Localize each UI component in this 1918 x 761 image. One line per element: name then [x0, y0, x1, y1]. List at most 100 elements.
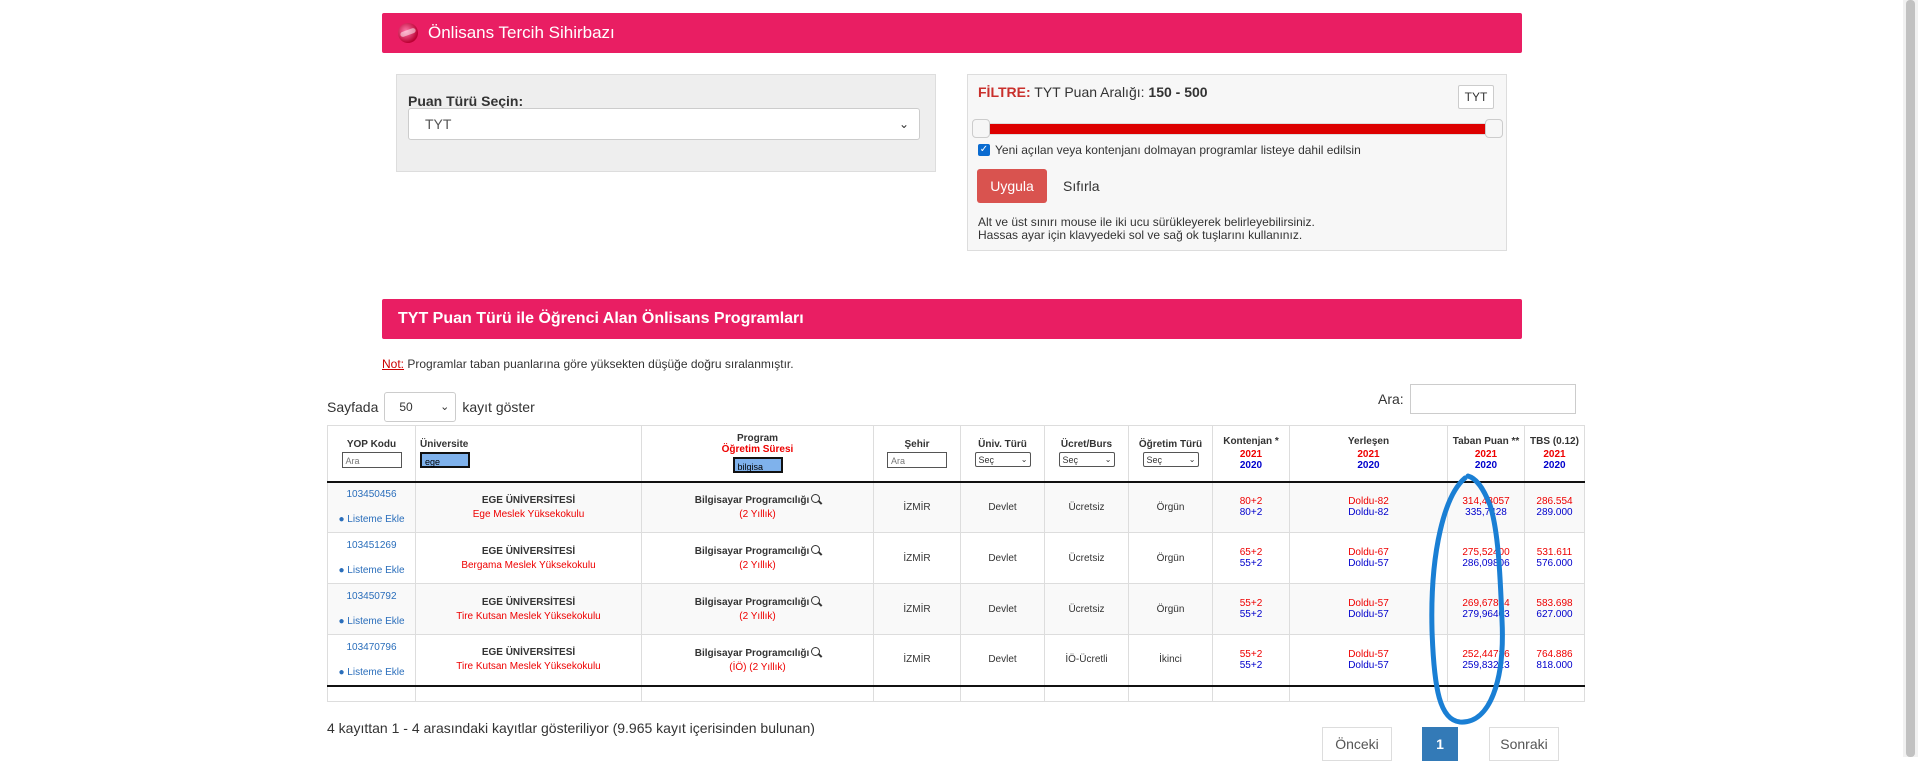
ogretim-filter-select[interactable]: Seç ⌄: [1142, 452, 1199, 468]
yop-code-link[interactable]: 103451269: [332, 540, 411, 551]
faculty-name: Bergama Meslek Yüksekokulu: [461, 559, 596, 571]
chevron-down-icon: ⌄: [1104, 455, 1112, 465]
yop-code-link[interactable]: 103470796: [332, 642, 411, 653]
program-name[interactable]: Bilgisayar Programcılığı: [646, 646, 869, 659]
yop-code-link[interactable]: 103450456: [332, 489, 411, 500]
faculty-name: Ege Meslek Yüksekokulu: [472, 508, 585, 520]
ucret-filter-select[interactable]: Seç ⌄: [1058, 452, 1115, 468]
range-slider-max-handle[interactable]: [1485, 119, 1503, 138]
kontenjan-2021: 65+2: [1239, 547, 1263, 558]
header-universite[interactable]: Üniversite ege: [415, 425, 642, 483]
reset-button[interactable]: Sıfırla: [1063, 178, 1100, 194]
puan-turu-panel: Puan Türü Seçin: TYT ⌄: [396, 74, 936, 172]
puan-turu-value: TYT: [425, 116, 452, 132]
cell-yop: 103470796 ● Listeme Ekle: [327, 634, 416, 686]
table-info: 4 kayıttan 1 - 4 arasındaki kayıtlar gös…: [327, 720, 815, 736]
section-banner: TYT Puan Türü ile Öğrenci Alan Önlisans …: [382, 299, 1522, 339]
header-kontenjan[interactable]: Kontenjan * 2021 2020: [1212, 425, 1290, 483]
header-program[interactable]: Program Öğretim Süresi bilgisa: [641, 425, 874, 483]
checkbox-checked-icon[interactable]: ✓: [978, 144, 990, 156]
program-name[interactable]: Bilgisayar Programcılığı: [646, 494, 869, 506]
univ-turu-filter-select[interactable]: Seç ⌄: [974, 452, 1031, 468]
cell-ucret: Ücretsiz: [1044, 583, 1129, 635]
cell-kontenjan: 65+2 55+2: [1212, 532, 1290, 584]
program-name-text: Bilgisayar Programcılığı: [694, 647, 810, 659]
kontenjan-2021: 55+2: [1239, 598, 1263, 609]
programs-table: YOP Kodu Ara Üniversite ege Program Öğre…: [327, 425, 1585, 702]
footer-cell: [960, 684, 1045, 702]
yop-code-link[interactable]: 103450792: [332, 591, 411, 602]
pagination-current-page[interactable]: 1: [1422, 727, 1458, 761]
apply-button[interactable]: Uygula: [977, 169, 1047, 203]
tbs-2021: 286.554: [1536, 496, 1573, 508]
search-icon[interactable]: [811, 596, 821, 605]
header-sehir[interactable]: Şehir Ara: [873, 425, 961, 483]
program-name[interactable]: Bilgisayar Programcılığı: [646, 596, 869, 608]
pagination-previous[interactable]: Önceki: [1322, 727, 1392, 761]
search-icon[interactable]: [811, 646, 821, 656]
wizard-title: Önlisans Tercih Sihirbazı: [428, 23, 615, 42]
tyt-button[interactable]: TYT: [1458, 85, 1494, 109]
program-name[interactable]: Bilgisayar Programcılığı: [646, 545, 869, 557]
cell-sehir: İZMİR: [873, 583, 961, 635]
search-input[interactable]: [1410, 384, 1576, 414]
search-icon[interactable]: [811, 494, 821, 504]
cell-sehir: İZMİR: [873, 481, 961, 533]
highlight-annotation: [1429, 473, 1505, 725]
footer-cell: [1524, 684, 1585, 702]
annotation-stroke: [1429, 473, 1505, 725]
header-ucret[interactable]: Ücret/Burs Seç ⌄: [1044, 425, 1129, 483]
filter-help-line-2: Hassas ayar için klavyedeki sol ve sağ o…: [978, 228, 1303, 242]
cell-program: Bilgisayar Programcılığı (İÖ) (2 Yıllık): [641, 634, 874, 686]
footer-cell: [641, 684, 874, 702]
table-footer-row: [327, 684, 1585, 702]
puan-turu-select[interactable]: TYT ⌄: [408, 108, 920, 140]
page-length-value: 50: [399, 400, 413, 414]
header-univ-turu[interactable]: Üniv. Türü Seç ⌄: [960, 425, 1045, 483]
cell-tbs: 764.886 818.000: [1524, 634, 1585, 686]
header-tbs-2021: 2021: [1543, 448, 1566, 460]
add-to-list-label: Listeme Ekle: [347, 514, 405, 526]
add-to-list-link[interactable]: ● Listeme Ekle: [332, 667, 411, 678]
universite-filter-input[interactable]: ege: [420, 451, 470, 468]
program-name-text: Bilgisayar Programcılığı: [694, 546, 810, 557]
cell-yop: 103450792 ● Listeme Ekle: [327, 583, 416, 635]
program-name-text: Bilgisayar Programcılığı: [694, 495, 810, 507]
program-duration: (İÖ) (2 Yıllık): [729, 661, 786, 673]
program-filter-input[interactable]: bilgisa: [732, 457, 783, 474]
sehir-filter-input[interactable]: Ara: [887, 451, 947, 468]
page-length-suffix: kayıt göster: [462, 399, 535, 415]
page-length-select[interactable]: 50 ⌄: [384, 392, 457, 422]
add-to-list-link[interactable]: ● Listeme Ekle: [332, 616, 411, 627]
yop-filter-input[interactable]: Ara: [341, 451, 402, 468]
add-to-list-link[interactable]: ● Listeme Ekle: [332, 565, 411, 576]
include-new-programs-option[interactable]: ✓ Yeni açılan veya kontenjanı dolmayan p…: [978, 143, 1361, 157]
cell-tbs: 531.611 576.000: [1524, 532, 1585, 584]
chevron-down-icon: ⌄: [898, 117, 909, 131]
cell-kontenjan: 80+2 80+2: [1212, 481, 1290, 533]
footer-cell: [873, 684, 961, 702]
header-universite-title: Üniversite: [420, 438, 469, 450]
kontenjan-2021: 80+2: [1239, 496, 1263, 508]
header-ogretim[interactable]: Öğretim Türü Seç ⌄: [1128, 425, 1213, 483]
cell-univ-turu: Devlet: [960, 532, 1045, 584]
header-yerlesen-2021: 2021: [1357, 448, 1380, 460]
university-name: EGE ÜNİVERSİTESİ: [481, 647, 576, 659]
cell-program: Bilgisayar Programcılığı (2 Yıllık): [641, 532, 874, 584]
footer-cell: [415, 684, 642, 702]
search-icon[interactable]: [811, 545, 821, 554]
header-tbs[interactable]: TBS (0.12) 2021 2020: [1524, 425, 1585, 483]
add-to-list-link[interactable]: ● Listeme Ekle: [332, 514, 411, 525]
pagination-next[interactable]: Sonraki: [1489, 727, 1559, 761]
header-kontenjan-2021: 2021: [1239, 448, 1263, 460]
header-ucret-title: Ücret/Burs: [1060, 439, 1113, 451]
kontenjan-2020: 55+2: [1239, 609, 1263, 620]
page-scrollbar-thumb[interactable]: [1906, 0, 1915, 757]
table-row: 103450792 ● Listeme Ekle EGE ÜNİVERSİTESİ…: [327, 583, 1585, 635]
range-slider-min-handle[interactable]: [972, 119, 990, 138]
range-slider-fill: [986, 124, 1486, 134]
cell-universite: EGE ÜNİVERSİTESİ Bergama Meslek Yüksekoku…: [415, 532, 642, 584]
puan-turu-label: Puan Türü Seçin:: [408, 93, 524, 109]
cell-tbs: 583.698 627.000: [1524, 583, 1585, 635]
header-yop[interactable]: YOP Kodu Ara: [327, 425, 416, 483]
